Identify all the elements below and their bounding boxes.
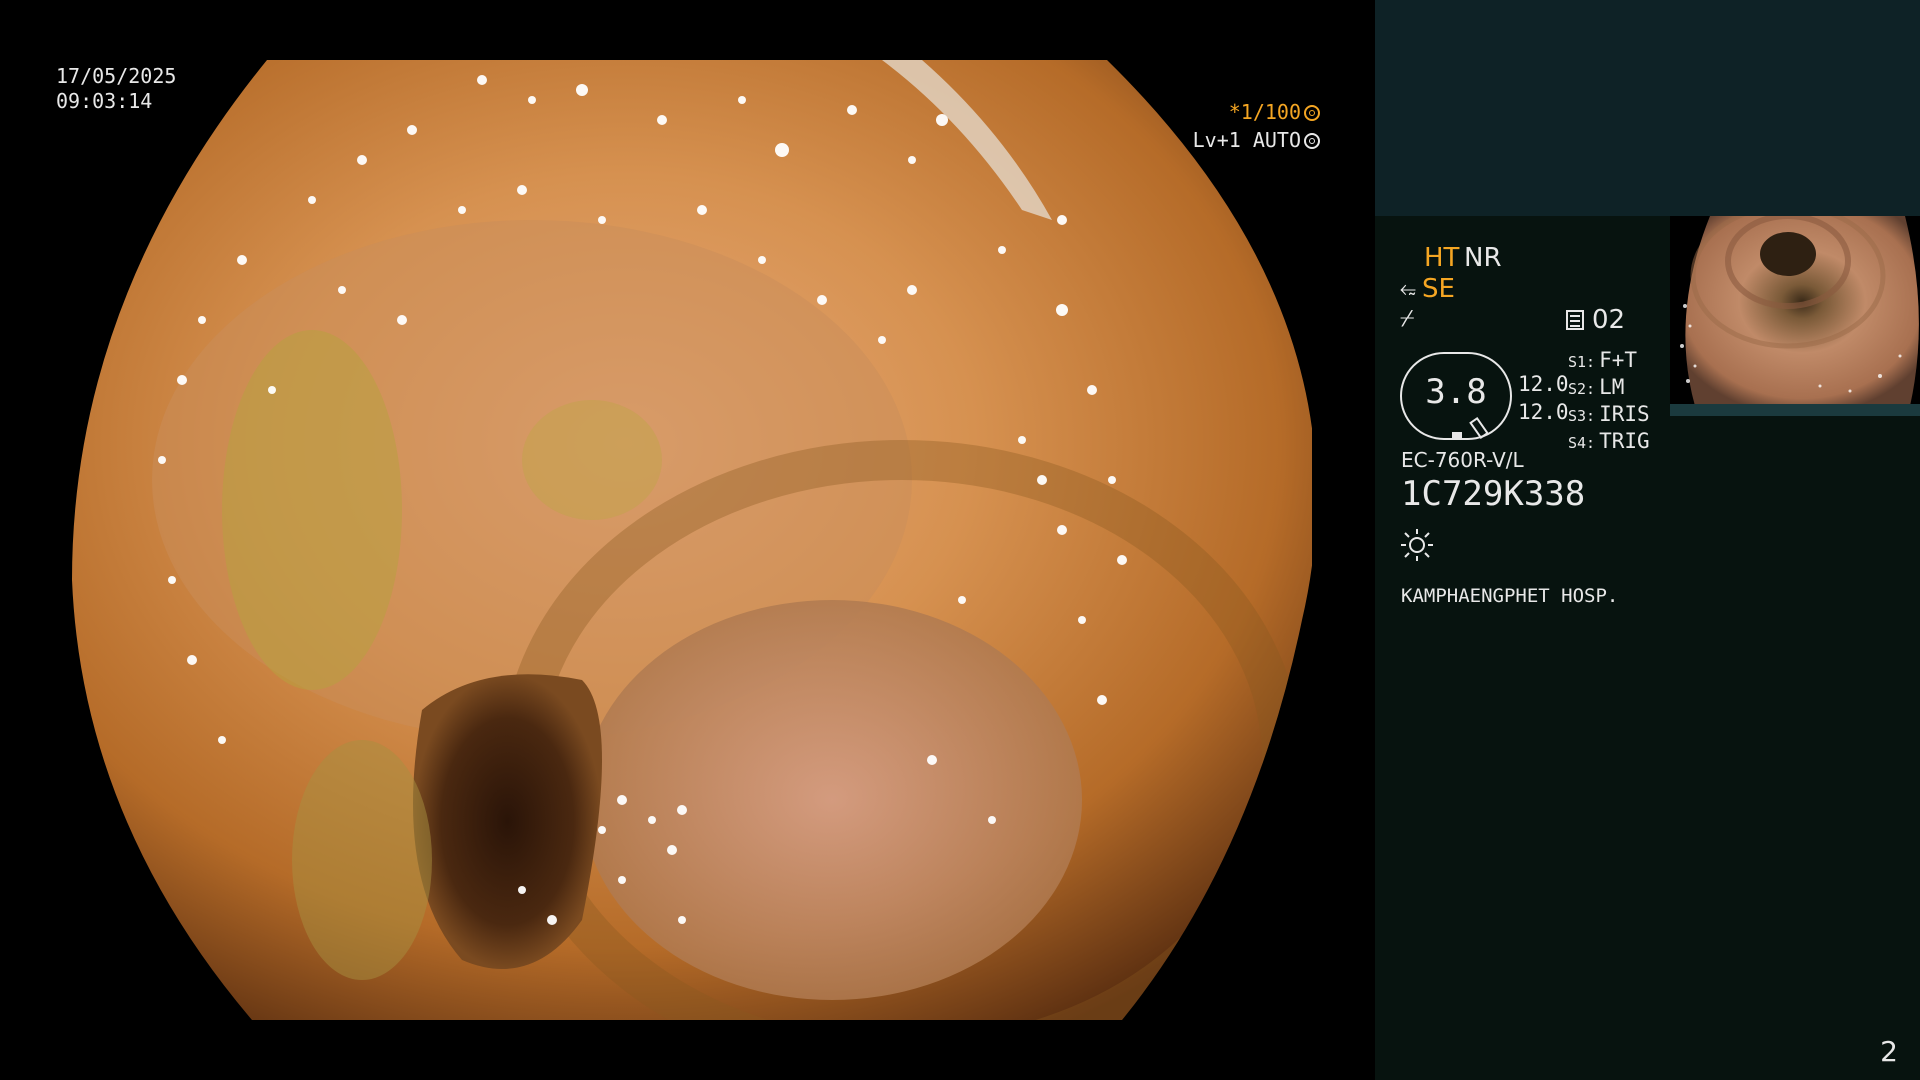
enhance-value-1: 12.0 [1518,372,1569,396]
time-label: 09:03:14 [56,89,153,113]
memory-icon [1566,310,1584,330]
switch-value: TRIG [1599,429,1650,453]
structure-enhance-mode: SE [1422,274,1455,304]
enhance-values: 12.0 12.0 [1518,370,1569,426]
top-info-panel [1375,0,1920,216]
light-icon [1401,529,1433,561]
zoom-indicator: 3.8 [1400,352,1512,440]
iris-icon [1304,133,1320,149]
switch-row: S3: IRIS [1568,402,1650,429]
switch-assignments: S1: F+T S2: LM S3: IRIS S4: TRIG [1568,348,1650,456]
freeze-icon: ⌿ [1400,304,1415,332]
enhance-value-2: 12.0 [1518,400,1569,424]
zoom-knob-icon [1469,416,1489,440]
noise-reduction-mode: NR [1464,243,1502,273]
scope-model: EC-760R-V/L [1401,448,1524,472]
shutter-icon [1304,105,1320,121]
se-icon: ⥳ [1400,276,1416,300]
date-time-display: 17/05/2025 09:03:14 [56,64,176,114]
memory-indicator: 02 [1566,305,1625,335]
switch-row: S1: F+T [1568,348,1650,375]
switch-value: IRIS [1599,402,1650,426]
structure-enhance-row: ⥳ SE [1400,274,1455,304]
switch-key: S2: [1568,380,1596,398]
zoom-value: 3.8 [1425,372,1487,412]
memory-number: 02 [1592,305,1626,335]
hardness-tuning-mode: HT [1424,243,1460,273]
date-label: 17/05/2025 [56,64,177,88]
shutter-speed-display: *1/100 [1229,100,1320,124]
page-number: 2 [1880,1035,1898,1068]
scope-serial-number: 1C729K338 [1401,474,1586,514]
iris-label: Lv+1 AUTO [1192,128,1301,152]
switch-row: S2: LM [1568,375,1650,402]
switch-value: LM [1599,375,1625,399]
switch-key: S4: [1568,434,1596,452]
switch-value: F+T [1599,348,1638,372]
captured-image-thumbnail[interactable] [1670,216,1920,416]
switch-key: S3: [1568,407,1596,425]
switch-row: S4: TRIG [1568,429,1650,456]
shutter-label: *1/100 [1228,100,1301,124]
thumbnail-status-bar [1670,404,1920,416]
switch-key: S1: [1568,353,1596,371]
iris-level-display: Lv+1 AUTO [1193,128,1320,152]
endoscopy-screen: 17/05/2025 09:03:14 *1/100 Lv+1 AUTO HT … [0,0,1920,1080]
endoscopic-image [62,60,1312,1020]
zoom-marker [1452,432,1462,440]
hospital-name: KAMPHAENGPHET HOSP. [1401,585,1619,607]
